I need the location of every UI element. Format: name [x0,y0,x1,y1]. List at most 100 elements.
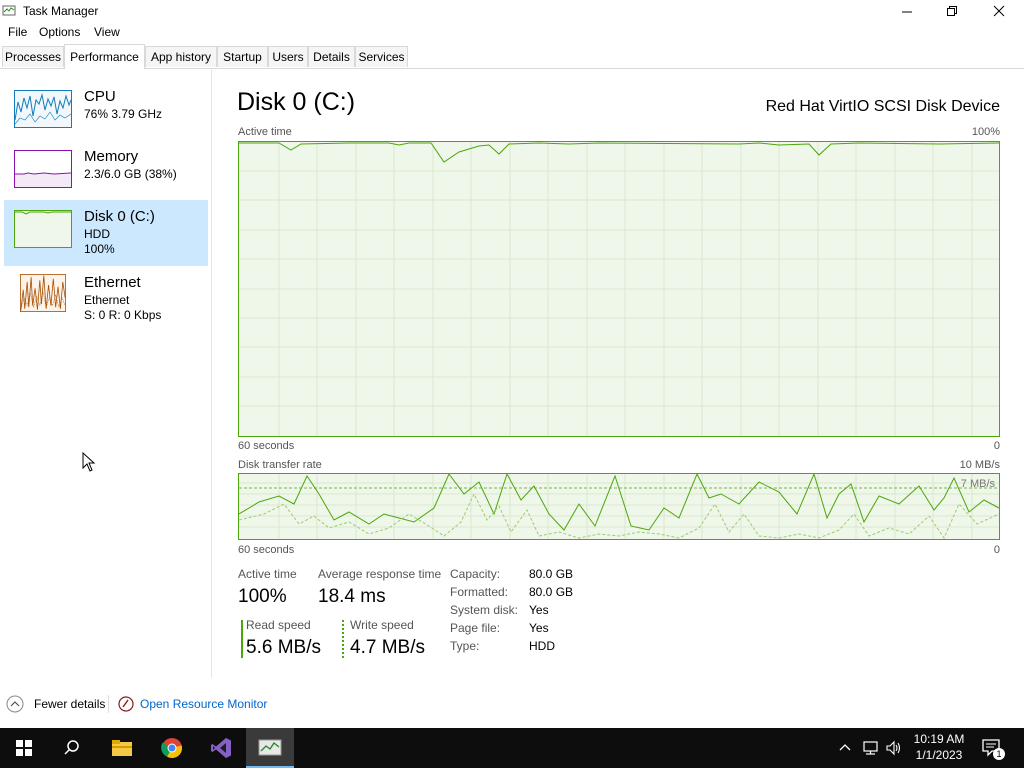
system-disk-label: System disk: [450,603,519,617]
disk-device-name: Red Hat VirtIO SCSI Disk Device [765,98,1000,115]
page-file-value: Yes [529,621,549,635]
tab-strip: Processes Performance App history Startu… [0,44,1024,69]
network-icon[interactable] [862,739,880,757]
read-speed-indicator [241,620,243,658]
sidebar-ethernet-adapter: Ethernet [84,293,130,307]
tab-users[interactable]: Users [268,46,308,67]
active-time-graph-xleft: 60 seconds [238,440,295,452]
active-time-graph-max: 100% [971,126,1000,138]
chrome-icon [161,738,183,759]
restore-icon [947,5,957,16]
menu-bar: File Options View [0,22,1024,44]
transfer-rate-mid-label: 7 MB/s [960,478,995,490]
system-disk-value: Yes [529,603,549,617]
task-manager-icon [258,739,282,756]
taskbar-clock[interactable]: 10:19 AM 1/1/2023 [905,731,973,763]
active-time-stat-value: 100% [238,586,287,607]
open-resource-monitor-label: Open Resource Monitor [140,697,268,711]
taskbar: 10:19 AM 1/1/2023 1 [0,728,1024,768]
sidebar-ethernet-title: Ethernet [84,274,141,291]
close-icon [993,5,1004,17]
type-label: Type: [450,639,480,653]
search-icon [64,740,79,755]
window-title: Task Manager [23,4,99,18]
footer-divider [108,695,109,713]
close-button[interactable] [976,0,1021,22]
disk-detail-panel: Disk 0 (C:) Red Hat VirtIO SCSI Disk Dev… [212,68,1024,678]
title-bar: Task Manager [0,0,1024,22]
sidebar-memory-title: Memory [84,148,139,165]
page-title: Disk 0 (C:) [237,88,356,116]
taskbar-search-button[interactable] [48,728,96,768]
write-speed-label: Write speed [350,618,414,632]
write-speed-value: 4.7 MB/s [350,637,425,658]
transfer-rate-graph-plot [239,474,999,539]
ethernet-thumbnail-graph [20,274,66,312]
minimize-button[interactable] [885,0,930,22]
menu-options[interactable]: Options [39,25,80,39]
tab-details[interactable]: Details [308,46,355,67]
read-speed-label: Read speed [246,618,311,632]
tab-app-history[interactable]: App history [145,46,217,67]
sidebar-memory-usage: 2.3/6.0 GB (38%) [84,167,177,181]
menu-view[interactable]: View [94,25,120,39]
transfer-rate-graph: 7 MB/s [238,473,1000,540]
memory-thumbnail-graph [14,150,72,188]
fewer-details-button[interactable]: Fewer details [6,694,105,714]
sidebar-item-disk-0[interactable]: Disk 0 (C:) HDD 100% [4,200,208,266]
open-resource-monitor-link[interactable]: Open Resource Monitor [118,694,267,714]
transfer-rate-graph-max: 10 MB/s [959,459,1000,471]
sidebar-cpu-usage: 76% 3.79 GHz [84,107,163,121]
windows-start-icon [16,740,32,756]
active-time-graph-plot [239,142,999,436]
file-explorer-icon [112,740,132,756]
type-value: HDD [529,639,555,653]
avg-response-stat-label: Average response time [318,567,442,581]
sidebar-disk-title: Disk 0 (C:) [84,208,155,225]
taskbar-visual-studio[interactable] [197,728,245,768]
footer-bar: Fewer details Open Resource Monitor [0,690,1024,718]
active-time-graph-label: Active time [238,126,292,138]
capacity-value: 80.0 GB [529,567,574,581]
transfer-rate-graph-xleft: 60 seconds [238,544,295,556]
notification-count-badge: 1 [993,748,1005,760]
menu-file[interactable]: File [8,25,27,39]
tab-services[interactable]: Services [355,46,408,67]
notification-center-button[interactable]: 1 [980,736,1005,760]
sidebar-item-cpu[interactable]: CPU 76% 3.79 GHz [4,80,208,146]
active-time-graph-xright: 0 [993,440,1000,452]
disk-thumbnail-graph [14,210,72,248]
capacity-label: Capacity: [450,567,501,581]
performance-sidebar: CPU 76% 3.79 GHz Memory 2.3/6.0 GB (38%)… [0,68,212,678]
resource-monitor-icon [118,696,134,712]
page-file-label: Page file: [450,621,501,635]
task-manager-app-icon [2,5,16,16]
write-speed-indicator [342,620,344,658]
mouse-cursor-icon [82,452,96,472]
taskbar-chrome[interactable] [148,728,196,768]
transfer-rate-graph-xright: 0 [993,544,1000,556]
tab-processes[interactable]: Processes [2,46,64,67]
transfer-rate-graph-label: Disk transfer rate [238,459,322,471]
minimize-icon [902,11,912,12]
sidebar-item-ethernet[interactable]: Ethernet Ethernet S: 0 R: 0 Kbps [4,266,208,332]
active-time-graph [238,141,1000,437]
formatted-label: Formatted: [450,585,509,599]
sidebar-item-memory[interactable]: Memory 2.3/6.0 GB (38%) [4,140,208,206]
taskbar-file-explorer[interactable] [98,728,146,768]
visual-studio-icon [211,738,231,758]
restore-button[interactable] [930,0,975,22]
read-speed-value: 5.6 MB/s [246,637,321,658]
fewer-details-label: Fewer details [34,697,106,711]
tab-startup[interactable]: Startup [217,46,268,67]
taskbar-task-manager[interactable] [246,728,294,768]
chevron-up-circle-icon [6,695,24,713]
tab-performance[interactable]: Performance [64,44,145,69]
cpu-thumbnail-graph [14,90,72,128]
volume-icon[interactable] [885,739,903,757]
chevron-up-icon[interactable] [838,741,852,755]
windows-start-button[interactable] [0,728,48,768]
avg-response-stat-value: 18.4 ms [318,586,386,607]
sidebar-ethernet-throughput: S: 0 R: 0 Kbps [84,308,162,322]
clock-time: 10:19 AM [913,732,965,746]
